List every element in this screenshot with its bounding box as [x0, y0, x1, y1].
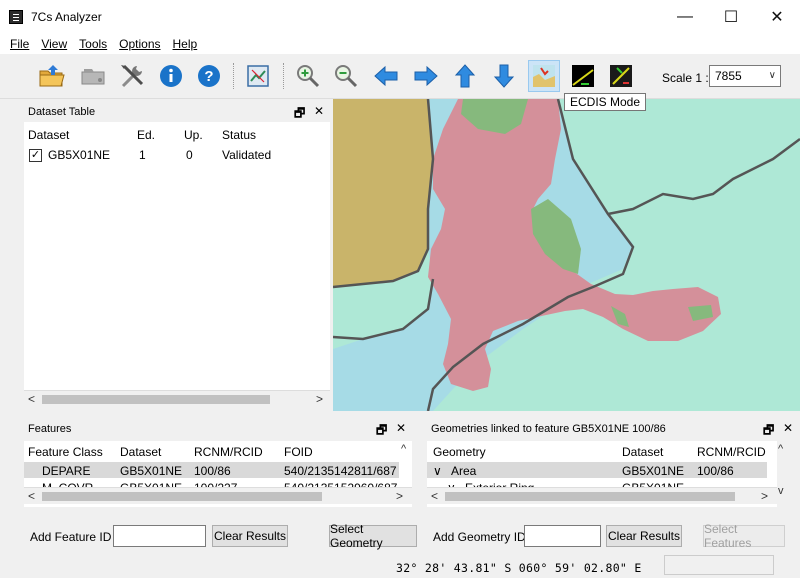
scale-value: 7855 [715, 69, 742, 83]
col-ed: Ed. [137, 128, 156, 142]
col-rcnm-rcid[interactable]: RCNM/RCID [697, 445, 766, 459]
float-icon[interactable]: 🗗 [376, 421, 387, 442]
dataset-hscroll[interactable]: < > [24, 390, 330, 407]
drive-icon[interactable] [77, 60, 109, 92]
arrow-up-icon[interactable] [449, 60, 481, 92]
features-hscroll[interactable]: < > [24, 487, 412, 504]
arrow-left-icon[interactable] [370, 60, 402, 92]
dataset-checkbox[interactable]: ✓ [29, 149, 42, 162]
minimize-button[interactable]: — [662, 0, 708, 34]
chart-icon[interactable] [242, 60, 274, 92]
menu-view[interactable]: View [35, 37, 73, 51]
coordinate-readout: 32° 28' 43.81" S 060° 59' 02.80" E [396, 561, 642, 575]
feature-class[interactable]: DEPARE [42, 464, 90, 478]
scroll-thumb[interactable] [445, 492, 735, 501]
zoom-in-icon[interactable] [292, 60, 324, 92]
menu-help[interactable]: Help [167, 37, 204, 51]
zoom-out-icon[interactable] [330, 60, 362, 92]
select-geometry-button[interactable]: Select Geometry [329, 522, 417, 550]
feature-rcnm-rcid: 100/86 [194, 464, 231, 478]
info-icon[interactable] [155, 60, 187, 92]
col-geometry[interactable]: Geometry [433, 445, 486, 459]
chevron-down-icon[interactable]: ∨ [433, 464, 442, 478]
dataset-table-header: Dataset Table 🗗 ✕ [24, 103, 330, 121]
dataset-table: Dataset Ed. Up. Status ✓ GB5X01NE 1 0 Va… [24, 122, 330, 390]
dataset-status: Validated [222, 148, 272, 162]
feature-dataset: GB5X01NE [120, 464, 183, 478]
dataset-name[interactable]: GB5X01NE [48, 148, 110, 162]
clear-results-button[interactable]: Clear Results [606, 525, 682, 547]
scroll-left-icon[interactable]: < [28, 489, 35, 503]
add-feature-id-label: Add Feature ID [30, 530, 112, 544]
title-bar: 7Cs Analyzer — ☐ ✕ [0, 0, 800, 34]
col-dataset[interactable]: Dataset [622, 445, 663, 459]
status-progress [664, 555, 774, 575]
window-title: 7Cs Analyzer [31, 10, 102, 24]
geometry-dataset: GB5X01NE [622, 464, 685, 478]
menu-tools[interactable]: Tools [73, 37, 113, 51]
geometry-rcnm-rcid: 100/86 [697, 464, 734, 478]
scale-select[interactable]: 7855 ∨ [709, 65, 781, 87]
svg-text:?: ? [204, 68, 213, 85]
geometries-hscroll[interactable]: < > [427, 487, 777, 504]
scroll-up-icon[interactable]: ^ [401, 443, 406, 455]
col-rcnm-rcid[interactable]: RCNM/RCID [194, 445, 263, 459]
menu-bar: File View Tools Options Help [0, 34, 800, 54]
close-button[interactable]: ✕ [754, 0, 800, 34]
menu-options[interactable]: Options [113, 37, 166, 51]
col-up: Up. [184, 128, 203, 142]
arrow-right-icon[interactable] [410, 60, 442, 92]
geometry-name[interactable]: Area [451, 464, 476, 478]
features-title: Features [28, 423, 72, 435]
scroll-thumb[interactable] [42, 395, 270, 404]
ecdis-mode-icon[interactable] [528, 60, 560, 92]
ecdis-dusk-icon[interactable] [605, 60, 637, 92]
scroll-down-icon[interactable]: v [778, 485, 784, 497]
maximize-button[interactable]: ☐ [708, 0, 754, 34]
features-header: Features 🗗 ✕ [24, 420, 412, 438]
toolbar: ? Scale 1 : 7855 ∨ [0, 55, 800, 99]
float-icon[interactable]: 🗗 [763, 421, 774, 442]
chart-map[interactable] [333, 99, 800, 411]
add-feature-id-input[interactable] [113, 525, 206, 547]
feature-foid: 540/2135142811/687 [284, 464, 397, 478]
add-geometry-id-input[interactable] [524, 525, 601, 547]
add-geometry-id-label: Add Geometry ID [433, 530, 526, 544]
col-feature-class[interactable]: Feature Class [28, 445, 103, 459]
toolbar-separator [283, 63, 287, 89]
geometries-title: Geometries linked to feature GB5X01NE 10… [431, 423, 666, 435]
scroll-right-icon[interactable]: > [396, 489, 403, 503]
ecdis-night-icon[interactable] [567, 60, 599, 92]
col-foid[interactable]: FOID [284, 445, 313, 459]
scroll-right-icon[interactable]: > [316, 392, 323, 406]
select-features-button[interactable]: Select Features [703, 522, 785, 550]
scroll-left-icon[interactable]: < [28, 392, 35, 406]
close-icon[interactable]: ✕ [396, 421, 406, 435]
arrow-down-icon[interactable] [488, 60, 520, 92]
geometries-header: Geometries linked to feature GB5X01NE 10… [427, 420, 800, 438]
dataset-table-title: Dataset Table [28, 106, 96, 118]
col-dataset[interactable]: Dataset [120, 445, 161, 459]
help-icon[interactable]: ? [193, 60, 225, 92]
tools-icon[interactable] [116, 60, 148, 92]
toolbar-separator [233, 63, 237, 89]
dataset-up: 0 [186, 148, 193, 162]
chevron-down-icon: ∨ [768, 70, 776, 81]
scroll-up-icon[interactable]: ^ [778, 443, 783, 455]
scroll-left-icon[interactable]: < [431, 489, 438, 503]
app-icon [9, 10, 23, 24]
open-folder-icon[interactable] [36, 60, 68, 92]
col-status: Status [222, 128, 257, 142]
close-icon[interactable]: ✕ [783, 421, 793, 435]
ecdis-tooltip: ECDIS Mode [564, 93, 647, 111]
close-icon[interactable]: ✕ [314, 104, 324, 118]
dataset-ed: 1 [139, 148, 146, 162]
scroll-right-icon[interactable]: > [761, 489, 768, 503]
menu-file[interactable]: File [4, 37, 35, 51]
scale-label: Scale 1 : [662, 71, 709, 85]
col-dataset: Dataset [28, 128, 70, 142]
scroll-thumb[interactable] [42, 492, 322, 501]
clear-results-button[interactable]: Clear Results [212, 525, 288, 547]
